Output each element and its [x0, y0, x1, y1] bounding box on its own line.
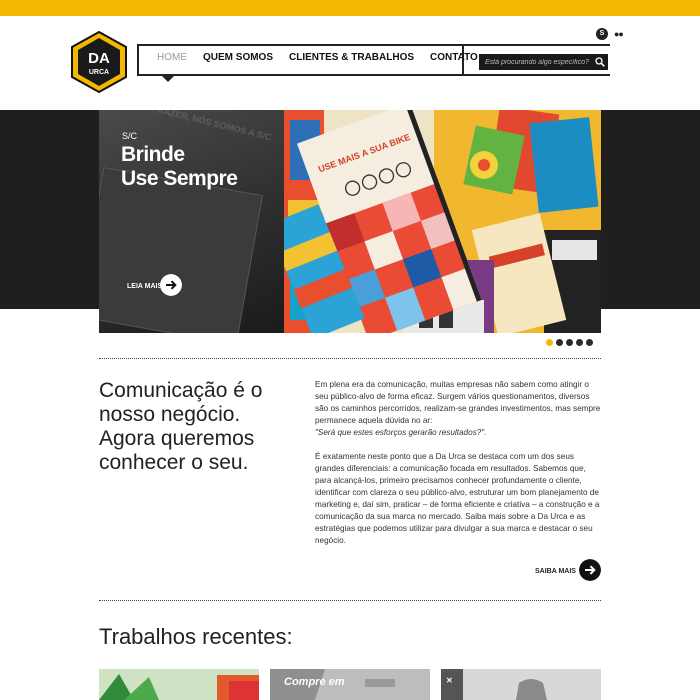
nav-item-clientes-trabalhos[interactable]: CLIENTES & TRABALHOS: [289, 52, 414, 63]
nav-item-contato[interactable]: CONTATO: [430, 52, 478, 63]
nav-top-rule: [137, 44, 610, 46]
recent-work-thumb[interactable]: ✕: [441, 669, 601, 700]
arrow-right-icon[interactable]: [579, 559, 601, 581]
slide-title: Brinde Use Sempre: [121, 143, 238, 190]
section-divider: [99, 358, 601, 359]
intro-body: Em plena era da comunicação, muitas empr…: [315, 379, 602, 559]
flickr-icon[interactable]: ●●: [614, 29, 624, 39]
thumb-text: Compre em: [284, 676, 345, 688]
slider-pagination: [546, 339, 593, 346]
top-accent-bar: [0, 0, 700, 16]
nav-left-rule: [137, 44, 139, 76]
intro-quote: "Será que estes esforços gerarão resulta…: [315, 428, 487, 437]
slider-dot[interactable]: [586, 339, 593, 346]
intro-headline: Comunicação é o nosso negócio. Agora que…: [99, 379, 263, 474]
saiba-mais-link[interactable]: SAIBA MAIS: [535, 568, 576, 575]
slider-dot[interactable]: [546, 339, 553, 346]
search-input[interactable]: [479, 54, 608, 70]
slider-dot[interactable]: [576, 339, 583, 346]
recent-work-thumb[interactable]: [99, 669, 259, 700]
main-nav: HOME QUEM SOMOS CLIENTES & TRABALHOS CON…: [157, 52, 478, 63]
da-urca-logo[interactable]: DA URCA: [70, 30, 128, 94]
active-nav-indicator: [162, 76, 174, 82]
nav-item-home[interactable]: HOME: [157, 52, 187, 63]
intro-paragraph-2: É exatamente neste ponto que a Da Urca s…: [315, 452, 600, 545]
intro-paragraph-1: Em plena era da comunicação, muitas empr…: [315, 380, 601, 437]
social-links: S ●●: [596, 28, 624, 40]
slide-background-text: MUITO PRAZER, NÓS SOMOS A S/C: [120, 110, 273, 143]
search-icon[interactable]: [595, 57, 605, 67]
skype-icon[interactable]: S: [596, 28, 608, 40]
nav-bottom-rule: [137, 74, 610, 76]
section-divider: [99, 600, 601, 601]
nav-item-quem-somos[interactable]: QUEM SOMOS: [203, 52, 273, 63]
recent-work-title: Trabalhos recentes:: [99, 624, 293, 649]
slide-photo-notebooks: USE MAIS A SUA BIKE: [284, 110, 601, 333]
slide-eyebrow: S/C: [122, 131, 138, 141]
slide-background-card: [99, 167, 263, 333]
arrow-right-icon[interactable]: [160, 274, 182, 296]
recent-work-thumb[interactable]: Compre em: [270, 669, 430, 700]
svg-text:URCA: URCA: [89, 69, 109, 76]
slider-dot[interactable]: [566, 339, 573, 346]
leia-mais-link[interactable]: LEIA MAIS: [127, 283, 162, 290]
slider-dot[interactable]: [556, 339, 563, 346]
svg-text:✕: ✕: [446, 676, 453, 685]
svg-text:DA: DA: [88, 50, 110, 67]
